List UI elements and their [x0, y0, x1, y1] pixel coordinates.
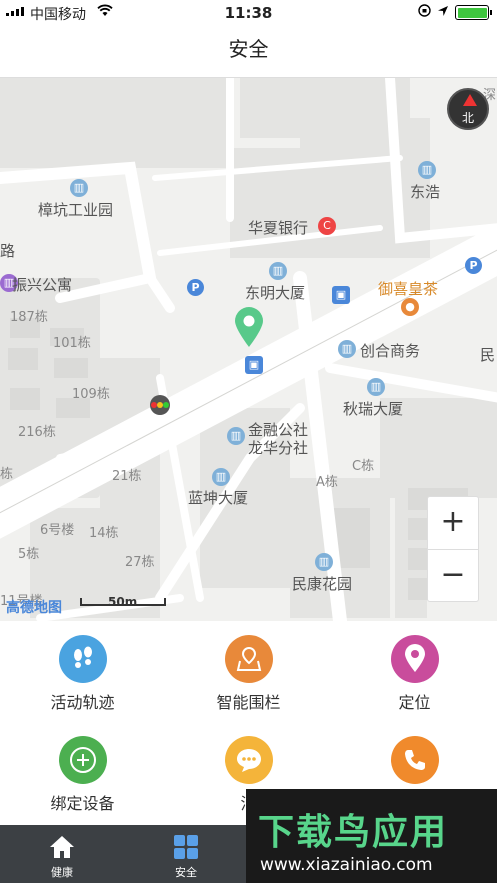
compass-icon[interactable]: 北 [447, 88, 489, 130]
map-label: 109栋 [72, 387, 110, 402]
parking-icon: P [187, 279, 204, 296]
nav-bar: 安全 [0, 26, 497, 78]
bus-stop-icon: ▣ [332, 286, 350, 304]
action-label: 智能围栏 [216, 693, 281, 712]
map-label[interactable]: 振兴公寓 [12, 274, 72, 295]
map-label: C栋 [352, 459, 375, 474]
poi-building-icon: ▥ [227, 427, 245, 445]
footprints-icon [58, 635, 107, 683]
map-label: A栋 [316, 475, 338, 490]
map-pin-fence-icon [224, 635, 273, 683]
map-label[interactable]: 龙华分社 [248, 437, 308, 458]
watermark-url: www.xiazainiao.com [260, 855, 433, 875]
map-label: 187栋 [10, 310, 48, 325]
map-label: 路 [0, 242, 16, 260]
map-label: 6号楼 [40, 523, 75, 538]
poi-building-icon: ▥ [212, 468, 230, 486]
watermark-text: 下载鸟应用 [258, 812, 449, 853]
status-bar: 中国移动 11:38 [0, 0, 497, 26]
map-label[interactable]: 创合商务 [360, 340, 420, 361]
tab-safety[interactable]: 安全 [124, 825, 248, 883]
parking-icon: P [465, 257, 482, 274]
tab-label: 健康 [51, 866, 73, 879]
phone-icon [390, 736, 439, 784]
device-location-pin-icon[interactable] [233, 307, 265, 353]
bus-stop-icon: ▣ [245, 356, 263, 374]
compass-label: 北 [461, 111, 474, 125]
map-label[interactable]: 民 [480, 344, 495, 365]
track-action[interactable]: 活动轨迹 [0, 635, 165, 713]
scale-label: 50m [108, 595, 138, 609]
map-label: 27栋 [125, 555, 155, 570]
location-arrow-icon [437, 5, 449, 21]
poi-building-icon: ▥ [70, 179, 88, 197]
map-label: 101栋 [53, 336, 91, 351]
orientation-lock-icon [418, 4, 431, 21]
map-label: 5栋 [18, 547, 40, 562]
locate-action[interactable]: 定位 [332, 635, 497, 713]
map-label[interactable]: 民康花园 [292, 573, 352, 594]
amap-logo: 高德地图 [6, 600, 62, 616]
poi-building-icon: ▥ [418, 161, 436, 179]
zoom-out-button[interactable]: − [428, 549, 478, 601]
map-label[interactable]: 蓝坤大厦 [188, 487, 248, 508]
bind-device-action[interactable]: 绑定设备 [0, 736, 165, 814]
map-label: 14栋 [89, 526, 119, 541]
map-label[interactable]: 华夏银行 [248, 217, 308, 238]
poi-building-icon: ▥ [315, 553, 333, 571]
poi-building-icon: ▥ [338, 340, 356, 358]
action-label: 绑定设备 [50, 794, 115, 813]
map-label: 21栋 [112, 469, 142, 484]
map-label[interactable]: 东浩 [410, 181, 440, 202]
location-icon [390, 635, 439, 683]
grid-icon [173, 834, 199, 860]
map-label[interactable]: 秋瑞大厦 [343, 398, 403, 419]
map-view[interactable]: ▥ 樟坑工业园 华夏银行 C ▥ 东浩 ▥ 东明大厦 P P ▣ ▣ 御喜皇茶 … [0, 78, 497, 621]
action-label: 定位 [398, 693, 431, 712]
map-label[interactable]: 御喜皇茶 [378, 278, 438, 299]
battery-icon [455, 5, 492, 20]
map-label: 216栋 [18, 425, 56, 440]
zoom-in-button[interactable]: + [428, 497, 478, 549]
poi-building-icon: ▥ [367, 378, 385, 396]
map-label: 栋 [0, 467, 14, 482]
action-label: 活动轨迹 [50, 693, 115, 712]
home-icon [49, 834, 75, 860]
call-action[interactable] [332, 736, 497, 790]
map-label[interactable]: 东明大厦 [245, 282, 305, 303]
geofence-action[interactable]: 智能围栏 [166, 635, 331, 713]
bank-icon: C [318, 217, 336, 235]
page-title: 安全 [228, 37, 269, 61]
chat-icon [224, 736, 273, 784]
zoom-control: + − [427, 496, 479, 602]
tab-health[interactable]: 健康 [0, 825, 124, 883]
plus-circle-icon [58, 736, 107, 784]
tab-label: 安全 [175, 866, 197, 879]
poi-building-icon: ▥ [269, 262, 287, 280]
map-label[interactable]: 樟坑工业园 [38, 199, 113, 220]
watermark: 下载鸟应用 www.xiazainiao.com [246, 789, 497, 883]
tea-shop-icon: ● [401, 298, 419, 316]
